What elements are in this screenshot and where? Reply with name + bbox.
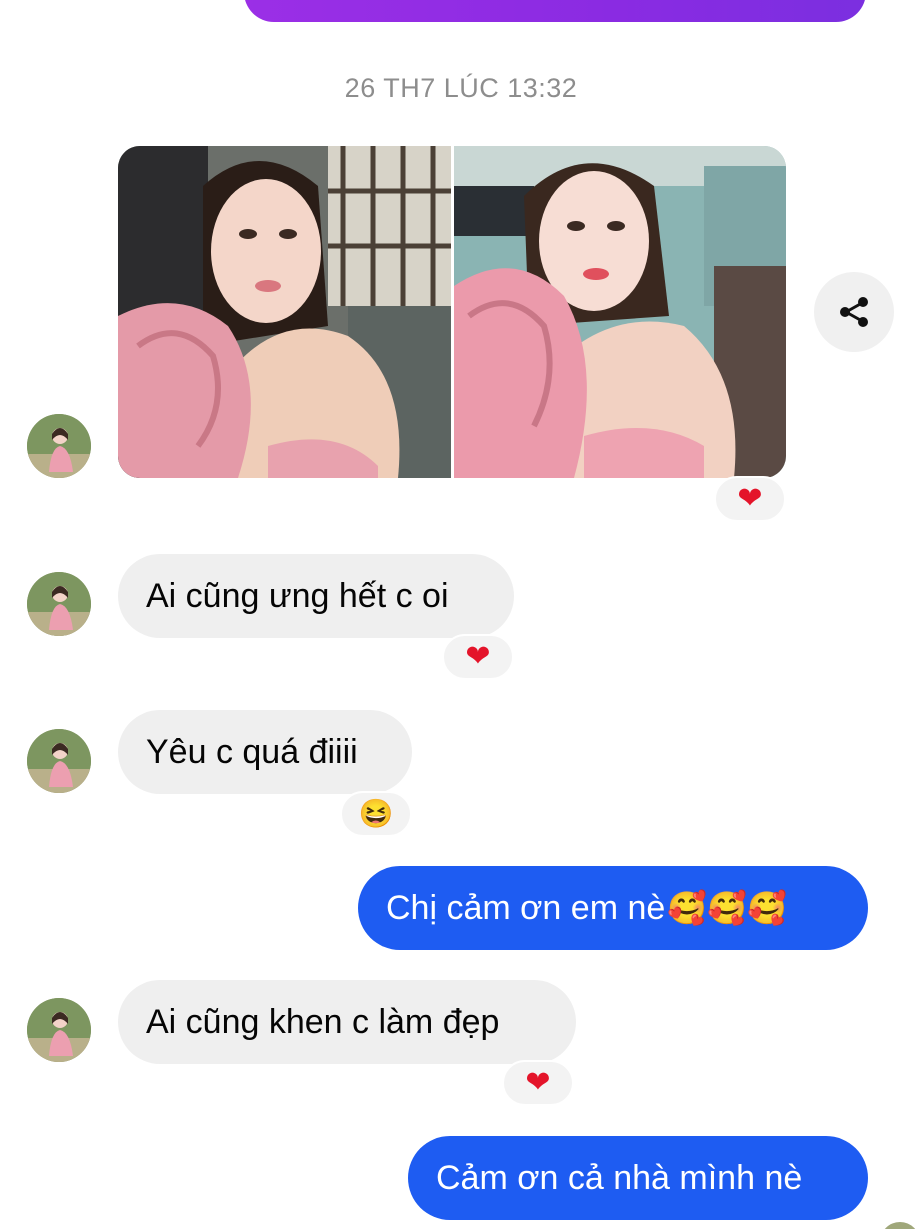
message-reaction[interactable]: 😆 (340, 791, 412, 837)
shared-photo-1[interactable] (118, 146, 451, 478)
share-icon (840, 297, 868, 327)
message-text: Cảm ơn cả nhà mình nè (436, 1158, 803, 1197)
avatar[interactable] (27, 729, 91, 793)
message-reaction[interactable]: ❤ (442, 634, 514, 680)
avatar[interactable] (27, 572, 91, 636)
share-button[interactable] (814, 272, 894, 352)
message-bubble-outgoing[interactable]: Chị cảm ơn em nè 🥰🥰🥰 (358, 866, 868, 950)
heart-icon: ❤ (465, 640, 491, 673)
shared-photo-2[interactable] (454, 146, 786, 478)
avatar[interactable] (27, 998, 91, 1062)
seen-avatar (880, 1222, 920, 1229)
message-bubble-incoming[interactable]: Ai cũng ưng hết c oi (118, 554, 514, 638)
message-bubble-incoming[interactable]: Ai cũng khen c làm đẹp (118, 980, 576, 1064)
message-bubble-incoming[interactable]: Yêu c quá điiii (118, 710, 412, 794)
message-reaction[interactable]: ❤ (502, 1060, 574, 1106)
message-text: Ai cũng ưng hết c oi (146, 576, 449, 615)
message-text: Chị cảm ơn em nè (386, 888, 666, 927)
message-timestamp: 26 TH7 LÚC 13:32 (344, 73, 578, 103)
avatar[interactable] (27, 414, 91, 478)
message-text: Yêu c quá điiii (146, 732, 358, 771)
smiling-hearts-emoji-icon: 🥰🥰🥰 (667, 890, 787, 926)
heart-icon: ❤ (737, 482, 763, 515)
previous-message-bubble[interactable] (244, 0, 866, 22)
photo-reaction[interactable]: ❤ (714, 476, 786, 522)
chat-screen: 26 TH7 LÚC 13:32 ❤ Ai cũng ưng hết c oi … (0, 0, 922, 1229)
message-text: Ai cũng khen c làm đẹp (146, 1002, 500, 1041)
message-bubble-outgoing[interactable]: Cảm ơn cả nhà mình nè (408, 1136, 868, 1220)
heart-icon: ❤ (525, 1066, 551, 1099)
laughing-emoji-icon: 😆 (358, 798, 394, 829)
